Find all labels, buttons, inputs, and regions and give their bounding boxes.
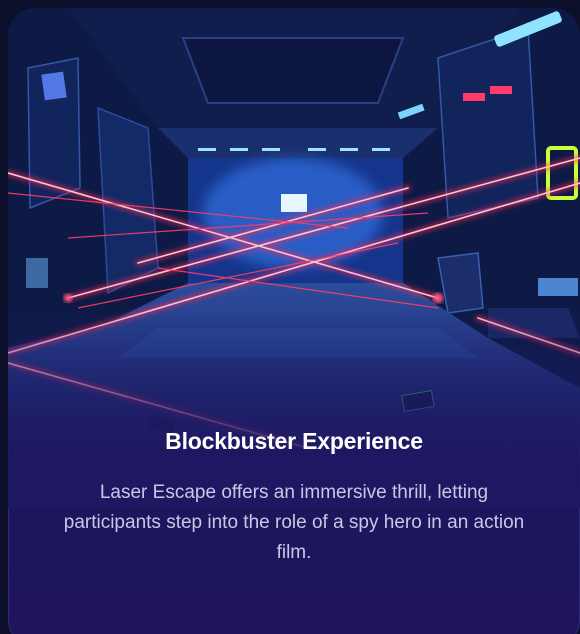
feature-card: Blockbuster Experience Laser Escape offe… bbox=[8, 8, 580, 634]
card-title: Blockbuster Experience bbox=[165, 428, 423, 454]
card-description: Laser Escape offers an immersive thrill,… bbox=[63, 482, 525, 563]
card-content: Blockbuster Experience Laser Escape offe… bbox=[8, 426, 580, 568]
page: Blockbuster Experience Laser Escape offe… bbox=[0, 0, 580, 634]
